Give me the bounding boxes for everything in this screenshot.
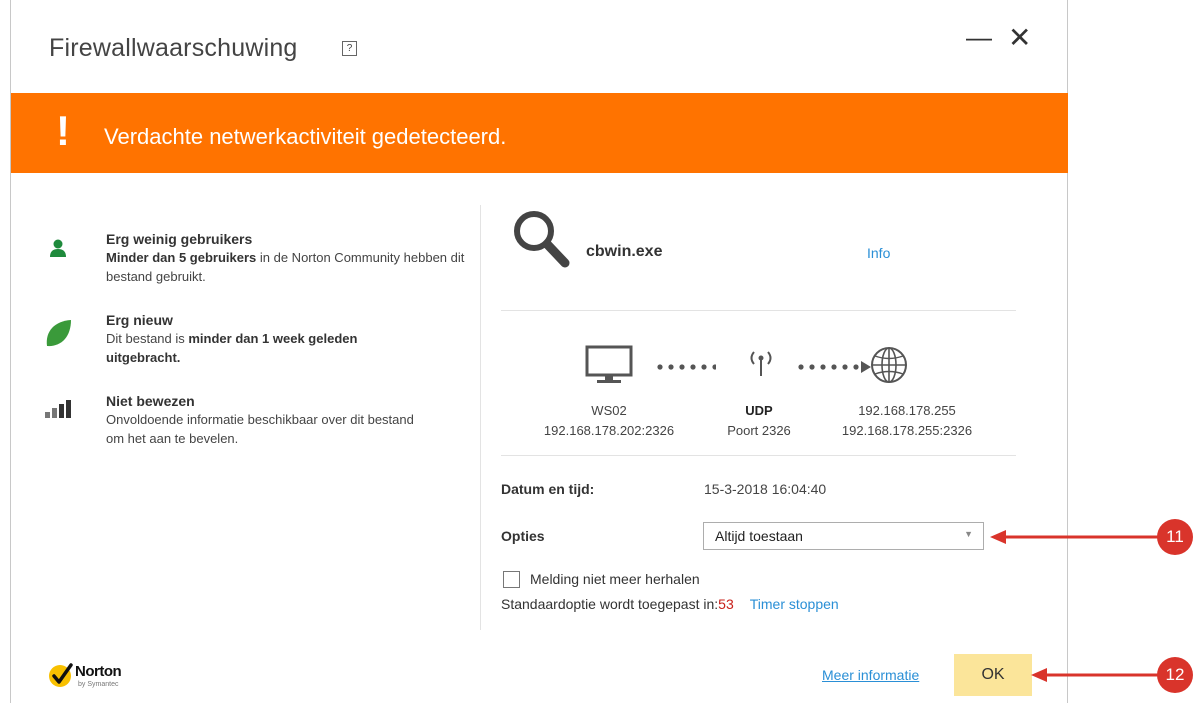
signal-bars-icon [45,400,71,418]
norton-check-icon [49,663,73,687]
info-description: Dit bestand is minder dan 1 week geleden… [106,331,358,365]
close-button[interactable]: ✕ [1008,21,1031,54]
destination-address: 192.168.178.255:2326 [841,423,973,438]
info-description: Onvoldoende informatie beschikbaar over … [106,412,414,446]
user-icon [50,239,66,257]
file-name: cbwin.exe [586,243,663,260]
warning-banner: ! Verdachte netwerkactiviteit gedetectee… [11,93,1068,173]
timer-text: Standaardoptie wordt toegepast in: [501,596,719,612]
datetime-label: Datum en tijd: [501,481,595,497]
globe-icon [871,347,907,383]
logo-subtext: by Symantec [78,681,119,688]
info-title: Erg nieuw [106,312,173,328]
minimize-button[interactable]: — [966,22,992,53]
destination-node-label: 192.168.178.255 192.168.178.255:2326 [817,401,997,441]
window-title: Firewallwaarschuwing [49,34,298,62]
options-label: Opties [501,528,545,544]
info-title: Niet bewezen [106,393,195,409]
divider [501,455,1016,456]
options-dropdown[interactable]: Altijd toestaan ▼ [703,522,984,550]
timer-line: Standaardoptie wordt toegepast in:53 Time… [501,596,839,612]
callout-arrow-12 [1031,668,1166,682]
column-divider [480,205,481,630]
computer-icon [585,345,633,383]
dont-repeat-label[interactable]: Melding niet meer herhalen [530,571,700,587]
options-selected-value: Altijd toestaan [715,528,803,544]
dont-repeat-checkbox[interactable] [503,571,520,588]
banner-message: Verdachte netwerkactiviteit gedetecteerd… [104,124,507,149]
info-link[interactable]: Info [867,245,890,261]
callout-badge-12: 12 [1157,657,1193,693]
datetime-value: 15-3-2018 16:04:40 [704,481,827,497]
help-icon[interactable]: ? [342,41,357,56]
ok-button[interactable]: OK [954,654,1032,696]
timer-count: 53 [718,596,734,612]
info-title: Erg weinig gebruikers [106,231,253,247]
divider [501,310,1016,311]
leaf-icon [46,320,71,347]
firewall-alert-window: Firewallwaarschuwing ? — ✕ ! Verdachte n… [10,0,1068,703]
destination-name: 192.168.178.255 [858,403,956,418]
more-info-link[interactable]: Meer informatie [822,667,919,683]
callout-arrow-11 [990,530,1170,544]
magnifier-icon [514,211,570,268]
stop-timer-link[interactable]: Timer stoppen [750,596,839,612]
callout-badge-11: 11 [1157,519,1193,555]
chevron-down-icon: ▼ [964,529,973,539]
antenna-icon [750,351,772,376]
connection-dots [657,364,716,370]
exclamation-icon: ! [56,107,70,154]
info-description: Minder dan 5 gebruikers in de Norton Com… [106,250,465,284]
connection-arrow [798,361,871,373]
logo-text: Norton [75,663,122,680]
